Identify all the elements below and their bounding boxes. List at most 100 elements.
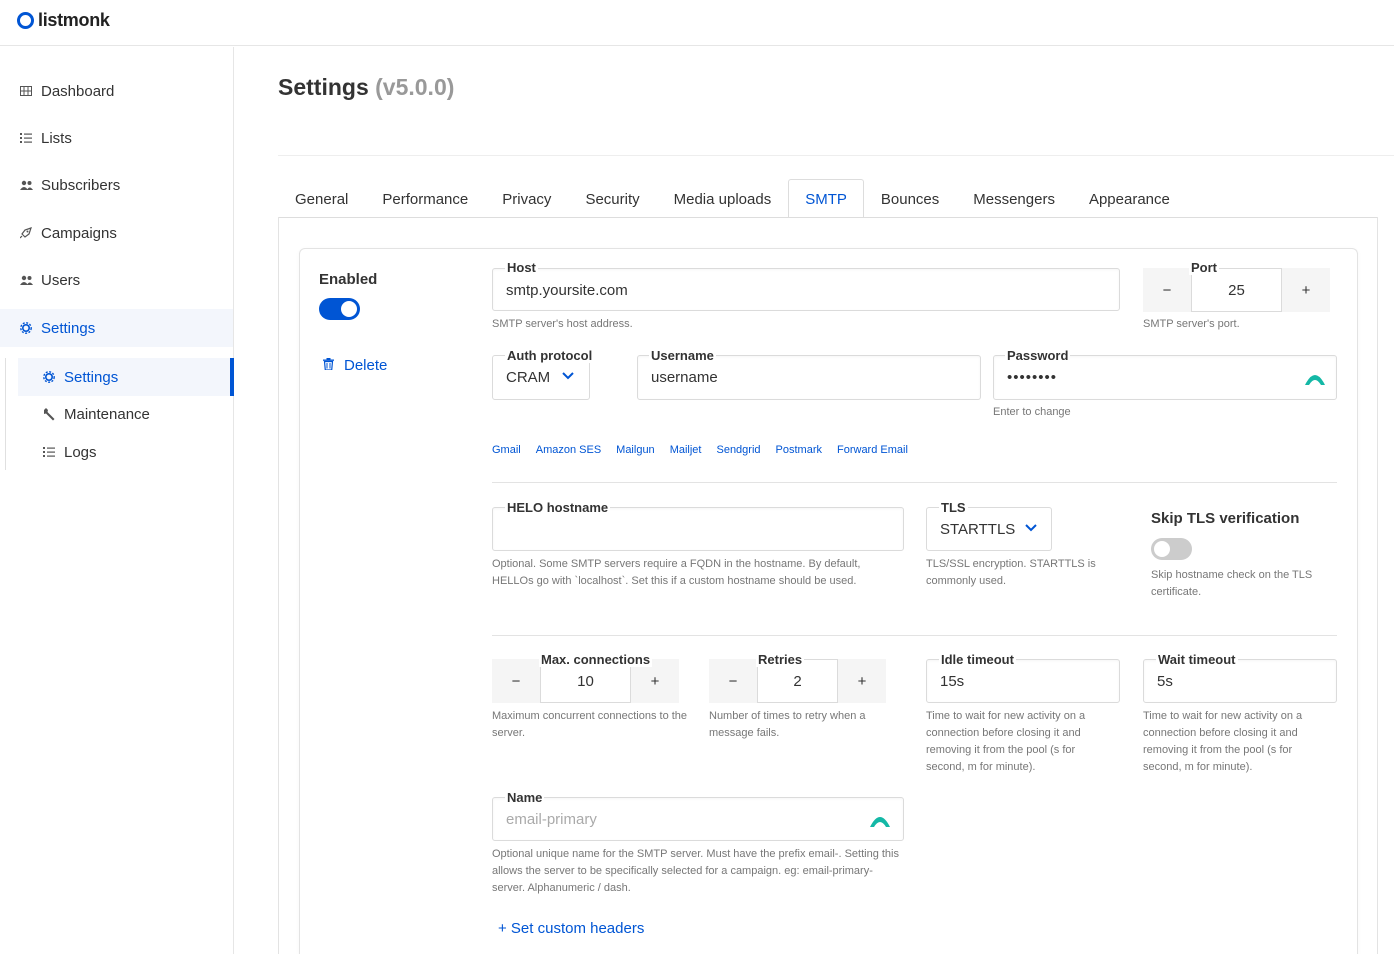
host-value: smtp.yoursite.com	[506, 282, 628, 299]
password-value: ••••••••	[1007, 369, 1058, 386]
sidebar-item-label: Subscribers	[41, 176, 121, 194]
auth-protocol-value: CRAM	[506, 369, 551, 386]
app-logo[interactable]: listmonk	[17, 10, 110, 31]
skip-tls-help: Skip hostname check on the TLS certifica…	[1151, 569, 1313, 598]
password-manager-icon[interactable]	[870, 813, 890, 827]
max-connections-help: Maximum concurrent connections to the se…	[492, 710, 688, 739]
tab-media-uploads[interactable]: Media uploads	[657, 179, 789, 218]
enabled-toggle[interactable]	[319, 298, 360, 320]
skip-tls-toggle[interactable]	[1151, 538, 1192, 560]
logo-icon	[17, 12, 34, 29]
gear-icon	[42, 370, 56, 384]
tab-security[interactable]: Security	[568, 179, 656, 218]
list-icon	[19, 131, 33, 145]
preset-sendgrid-link[interactable]: Sendgrid	[716, 444, 760, 456]
tab-performance[interactable]: Performance	[365, 179, 485, 218]
max-connections-label: Max. connections	[539, 652, 653, 667]
tls-label: TLS	[939, 500, 968, 515]
password-help: Enter to change	[993, 406, 1071, 418]
tab-messengers[interactable]: Messengers	[956, 179, 1072, 218]
sidebar-item-campaigns[interactable]: Campaigns	[0, 214, 233, 252]
wait-timeout-label: Wait timeout	[1156, 652, 1238, 667]
retries-help: Number of times to retry when a message …	[709, 710, 866, 739]
divider	[492, 482, 1337, 483]
preset-gmail-link[interactable]: Gmail	[492, 444, 521, 456]
settings-submenu: Settings Maintenance Logs	[5, 358, 234, 471]
sidebar-item-users[interactable]: Users	[0, 261, 233, 299]
divider	[492, 635, 1337, 636]
enabled-label: Enabled	[319, 271, 378, 288]
tab-privacy[interactable]: Privacy	[485, 179, 568, 218]
preset-mailgun-link[interactable]: Mailgun	[616, 444, 655, 456]
preset-amazon-ses-link[interactable]: Amazon SES	[536, 444, 601, 456]
retries-decrement-button[interactable]: −	[709, 659, 757, 703]
sidebar-subitem-label: Settings	[64, 368, 119, 386]
version-label: (v5.0.0)	[375, 74, 455, 100]
tab-general[interactable]: General	[278, 179, 365, 218]
idle-timeout-value: 15s	[940, 673, 965, 690]
sidebar-subitem-label: Logs	[64, 443, 97, 461]
tls-value: STARTTLS	[940, 521, 1016, 538]
helo-hostname-label: HELO hostname	[505, 500, 611, 515]
smtp-presets: Gmail Amazon SES Mailgun Mailjet Sendgri…	[492, 444, 923, 456]
name-label: Name	[505, 790, 545, 805]
port-increment-button[interactable]: +	[1282, 268, 1330, 312]
delete-button[interactable]: Delete	[323, 357, 387, 374]
wait-timeout-value: 5s	[1157, 673, 1173, 690]
sidebar-item-subscribers[interactable]: Subscribers	[0, 166, 233, 204]
sidebar-subitem-settings[interactable]: Settings	[18, 358, 234, 396]
sidebar-subitem-logs[interactable]: Logs	[18, 433, 234, 471]
retries-label: Retries	[756, 652, 805, 667]
password-manager-icon[interactable]	[1305, 371, 1325, 385]
port-stepper: − 25 +	[1143, 268, 1330, 312]
auth-protocol-label: Auth protocol	[505, 348, 595, 363]
sidebar-subitem-maintenance[interactable]: Maintenance	[18, 395, 234, 433]
gear-icon	[19, 321, 33, 335]
set-custom-headers-link[interactable]: + Set custom headers	[498, 920, 644, 937]
idle-timeout-help: Time to wait for new activity on a conne…	[926, 710, 1086, 773]
retries-increment-button[interactable]: +	[838, 659, 886, 703]
list-icon	[42, 445, 56, 459]
tls-help: TLS/SSL encryption. STARTTLS is commonly…	[926, 558, 1096, 587]
trash-icon	[323, 358, 334, 373]
port-decrement-button[interactable]: −	[1143, 268, 1191, 312]
name-help: Optional unique name for the SMTP server…	[492, 848, 899, 894]
helo-hostname-help: Optional. Some SMTP servers require a FQ…	[492, 558, 861, 587]
sidebar-item-label: Settings	[41, 319, 96, 337]
idle-timeout-label: Idle timeout	[939, 652, 1016, 667]
tab-appearance[interactable]: Appearance	[1072, 179, 1187, 218]
logo-text: listmonk	[38, 10, 110, 30]
host-help: SMTP server's host address.	[492, 318, 633, 330]
host-input[interactable]: smtp.yoursite.com	[492, 268, 1120, 311]
tab-smtp[interactable]: SMTP	[788, 179, 864, 218]
tab-bounces[interactable]: Bounces	[864, 179, 956, 218]
sidebar-item-label: Campaigns	[41, 224, 117, 242]
top-bar: listmonk	[0, 0, 1394, 46]
username-value: username	[651, 369, 718, 386]
preset-forward-email-link[interactable]: Forward Email	[837, 444, 908, 456]
chevron-down-icon	[1025, 521, 1037, 535]
max-connections-decrement-button[interactable]: −	[492, 659, 540, 703]
sidebar-item-lists[interactable]: Lists	[0, 119, 233, 157]
chevron-down-icon	[562, 369, 574, 383]
sidebar-item-label: Dashboard	[41, 82, 115, 100]
sidebar-item-label: Users	[41, 271, 81, 289]
sidebar-item-label: Lists	[41, 129, 72, 147]
users-icon	[19, 178, 33, 192]
page-title: Settings (v5.0.0)	[278, 74, 454, 101]
name-placeholder: email-primary	[506, 811, 597, 828]
settings-tabs: General Performance Privacy Security Med…	[278, 179, 1187, 218]
port-help: SMTP server's port.	[1143, 318, 1240, 330]
preset-mailjet-link[interactable]: Mailjet	[670, 444, 702, 456]
host-label: Host	[505, 260, 538, 275]
dashboard-icon	[19, 84, 33, 98]
username-label: Username	[649, 348, 716, 363]
name-input[interactable]: email-primary	[492, 797, 904, 841]
preset-postmark-link[interactable]: Postmark	[776, 444, 822, 456]
sidebar: Dashboard Lists Subscribers Campaigns Us…	[0, 47, 234, 954]
sidebar-item-dashboard[interactable]: Dashboard	[0, 72, 233, 110]
sidebar-item-settings[interactable]: Settings	[0, 309, 233, 347]
delete-label: Delete	[344, 357, 388, 374]
wrench-icon	[42, 407, 56, 421]
skip-tls-label: Skip TLS verification	[1151, 510, 1300, 527]
